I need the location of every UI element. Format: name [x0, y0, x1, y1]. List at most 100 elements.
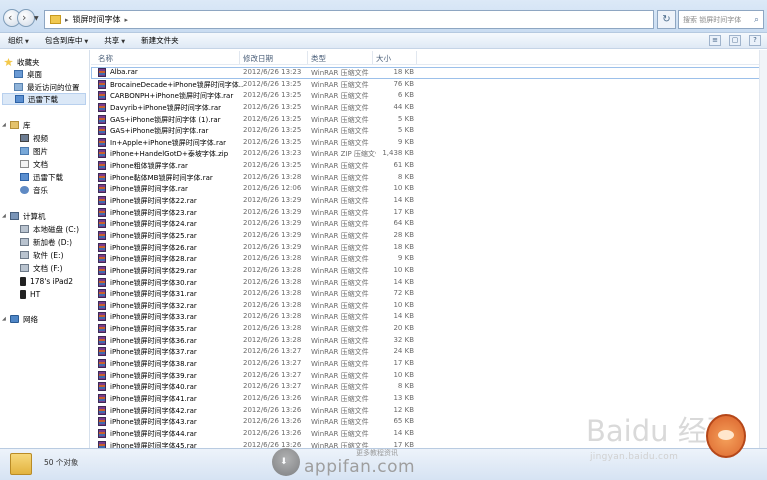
nav-network-label: 网络 — [23, 314, 38, 324]
nav-pictures[interactable]: 图片 — [20, 145, 48, 157]
file-name: iPhone锁屏时间字体24.rar — [110, 220, 197, 229]
nav-thunder-downloads[interactable]: 迅雷下载 — [2, 93, 86, 105]
file-row[interactable]: iPhone锁屏时间字体.rar 2012/6/26 12:06 WinRAR 压缩… — [91, 183, 767, 195]
file-row[interactable]: iPhone锁屏时间字体39.rar 2012/6/26 13:27 WinRAR … — [91, 370, 767, 382]
file-row[interactable]: Davyrib+iPhone锁屏时间字体.rar 2012/6/26 13:25 W… — [91, 102, 767, 114]
help-icon[interactable]: ? — [749, 35, 761, 46]
nav-computer[interactable]: 计算机 — [10, 210, 46, 222]
nav-drive-c[interactable]: 本地磁盘 (C:) — [20, 223, 79, 235]
forward-button[interactable]: › — [17, 9, 35, 27]
file-row[interactable]: iPhone锁屏时间字体36.rar 2012/6/26 13:28 WinRAR … — [91, 335, 767, 347]
file-row[interactable]: iPhone锁屏时间字体38.rar 2012/6/26 13:27 WinRAR … — [91, 358, 767, 370]
chevron-right-icon[interactable]: ▸ — [125, 16, 129, 24]
file-type: WinRAR 压缩文件 — [311, 80, 369, 89]
file-row[interactable]: Alba.rar 2012/6/26 13:23 WinRAR 压缩文件 18 KB — [91, 67, 767, 79]
file-row[interactable]: iPhone锁屏时间字体25.rar 2012/6/26 13:29 WinRAR … — [91, 230, 767, 242]
collapse-icon[interactable]: ◢ — [2, 122, 6, 128]
organize-menu[interactable]: 组织 ▼ — [0, 35, 37, 46]
nav-ipad[interactable]: 178's iPad2 — [20, 275, 73, 287]
file-row[interactable]: iPhone锁屏时间字体31.rar 2012/6/26 13:28 WinRAR … — [91, 288, 767, 300]
column-divider[interactable] — [372, 51, 373, 64]
file-row[interactable]: iPhone锁屏时间字体22.rar 2012/6/26 13:29 WinRAR … — [91, 195, 767, 207]
file-row[interactable]: iPhone黏体MB锁屏时间字体.rar 2012/6/26 13:28 WinRA… — [91, 172, 767, 184]
video-library-icon — [20, 134, 29, 142]
column-header-name[interactable]: 名称 — [98, 53, 113, 64]
file-row[interactable]: iPhone锁屏时间字体28.rar 2012/6/26 13:28 WinRAR … — [91, 253, 767, 265]
file-row[interactable]: iPhone锁屏时间字体33.rar 2012/6/26 13:28 WinRAR … — [91, 311, 767, 323]
file-row[interactable]: GAS+iPhone锁屏时间字体.rar 2012/6/26 13:25 WinRA… — [91, 125, 767, 137]
vertical-scrollbar[interactable] — [759, 50, 767, 448]
file-size: 6 KB — [397, 91, 414, 100]
column-divider[interactable] — [416, 51, 417, 64]
rar-archive-icon — [98, 91, 106, 101]
file-type: WinRAR 压缩文件 — [311, 278, 369, 287]
file-row[interactable]: BrocaineDecade+iPhone锁屏时间字体... 2012/6/26 … — [91, 79, 767, 91]
nav-drive-d[interactable]: 新加卷 (D:) — [20, 236, 72, 248]
column-header-date[interactable]: 修改日期 — [243, 53, 273, 64]
file-date: 2012/6/26 13:26 — [243, 393, 302, 402]
nav-drive-f[interactable]: 文档 (F:) — [20, 262, 63, 274]
nav-libraries[interactable]: 库 — [10, 119, 31, 131]
document-library-icon — [20, 160, 29, 168]
file-type: WinRAR 压缩文件 — [311, 429, 369, 438]
file-row[interactable]: iPhone粗体锁屏字体.rar 2012/6/26 13:25 WinRAR 压缩… — [91, 160, 767, 172]
rar-archive-icon — [98, 79, 106, 89]
nav-ht[interactable]: HT — [20, 288, 40, 300]
desktop-icon — [14, 70, 23, 78]
new-folder-button[interactable]: 新建文件夹 — [133, 35, 187, 46]
nav-network[interactable]: 网络 — [10, 313, 38, 325]
column-divider[interactable] — [307, 51, 308, 64]
file-date: 2012/6/26 13:28 — [243, 277, 302, 286]
file-row[interactable]: iPhone锁屏时间字体35.rar 2012/6/26 13:28 WinRAR … — [91, 323, 767, 335]
nav-recent-places[interactable]: 最近访问的位置 — [14, 81, 80, 93]
file-row[interactable]: CARBONPH+iPhone锁屏时间字体.rar 2012/6/26 13:25… — [91, 90, 767, 102]
nav-documents[interactable]: 文档 — [20, 158, 48, 170]
chevron-right-icon[interactable]: ▸ — [65, 16, 69, 24]
rar-archive-icon — [98, 417, 106, 427]
file-row[interactable]: iPhone锁屏时间字体40.rar 2012/6/26 13:27 WinRAR … — [91, 381, 767, 393]
rar-archive-icon — [98, 161, 106, 171]
nav-favorites[interactable]: 收藏夹 — [4, 56, 40, 68]
collapse-icon[interactable]: ◢ — [2, 316, 6, 322]
drive-icon — [20, 264, 29, 272]
file-size: 61 KB — [393, 161, 414, 170]
search-input[interactable]: 搜索 锁屏时间字体 ⌕ — [678, 10, 764, 29]
nav-music[interactable]: 音乐 — [20, 184, 48, 196]
share-label: 共享 — [104, 36, 120, 45]
file-row[interactable]: iPhone锁屏时间字体23.rar 2012/6/26 13:29 WinRAR … — [91, 207, 767, 219]
nav-lib-downloads[interactable]: 迅雷下载 — [20, 171, 63, 183]
nav-drive-e[interactable]: 软件 (E:) — [20, 249, 64, 261]
nav-favorites-label: 收藏夹 — [17, 57, 40, 67]
rar-archive-icon — [98, 242, 106, 252]
recent-pages-dropdown[interactable]: ▼ — [34, 15, 39, 22]
refresh-icon: ↻ — [662, 14, 671, 25]
file-row[interactable]: iPhone锁屏时间字体26.rar 2012/6/26 13:29 WinRAR … — [91, 242, 767, 254]
collapse-icon[interactable]: ◢ — [2, 213, 6, 219]
view-options-icon[interactable]: ≡ — [709, 35, 721, 46]
nav-desktop[interactable]: 桌面 — [14, 68, 42, 80]
breadcrumb-current-folder[interactable]: 锁屏时间字体 — [73, 14, 121, 25]
column-divider[interactable] — [239, 51, 240, 64]
include-in-library-menu[interactable]: 包含到库中 ▼ — [37, 35, 96, 46]
file-row[interactable]: In+Apple+iPhone锁屏时间字体.rar 2012/6/26 13:25… — [91, 137, 767, 149]
file-row[interactable]: iPhone锁屏时间字体37.rar 2012/6/26 13:27 WinRAR … — [91, 346, 767, 358]
column-header-size[interactable]: 大小 — [376, 53, 391, 64]
picture-library-icon — [20, 147, 29, 155]
new-folder-label: 新建文件夹 — [141, 36, 179, 45]
file-row[interactable]: iPhone锁屏时间字体41.rar 2012/6/26 13:26 WinRAR … — [91, 393, 767, 405]
file-row[interactable]: iPhone锁屏时间字体29.rar 2012/6/26 13:28 WinRAR … — [91, 265, 767, 277]
nav-videos[interactable]: 视频 — [20, 132, 48, 144]
address-field[interactable]: ▸ 锁屏时间字体 ▸ — [44, 10, 654, 29]
file-row[interactable]: iPhone锁屏时间字体24.rar 2012/6/26 13:29 WinRAR … — [91, 218, 767, 230]
column-header-type[interactable]: 类型 — [311, 53, 326, 64]
file-row[interactable]: iPhone+HandelGotD+泰坡字体.zip 2012/6/26 13:2… — [91, 148, 767, 160]
organize-label: 组织 — [8, 36, 23, 45]
file-row[interactable]: iPhone锁屏时间字体32.rar 2012/6/26 13:28 WinRAR … — [91, 300, 767, 312]
refresh-button[interactable]: ↻ — [657, 10, 676, 29]
share-menu[interactable]: 共享 ▼ — [96, 35, 133, 46]
file-row[interactable]: GAS+iPhone锁屏时间字体 (1).rar 2012/6/26 13:25 W… — [91, 114, 767, 126]
file-type: WinRAR ZIP 压缩文件 — [311, 150, 376, 159]
file-row[interactable]: iPhone锁屏时间字体30.rar 2012/6/26 13:28 WinRAR … — [91, 277, 767, 289]
file-name: iPhone粗体锁屏字体.rar — [110, 162, 188, 171]
preview-pane-icon[interactable]: ▢ — [729, 35, 741, 46]
